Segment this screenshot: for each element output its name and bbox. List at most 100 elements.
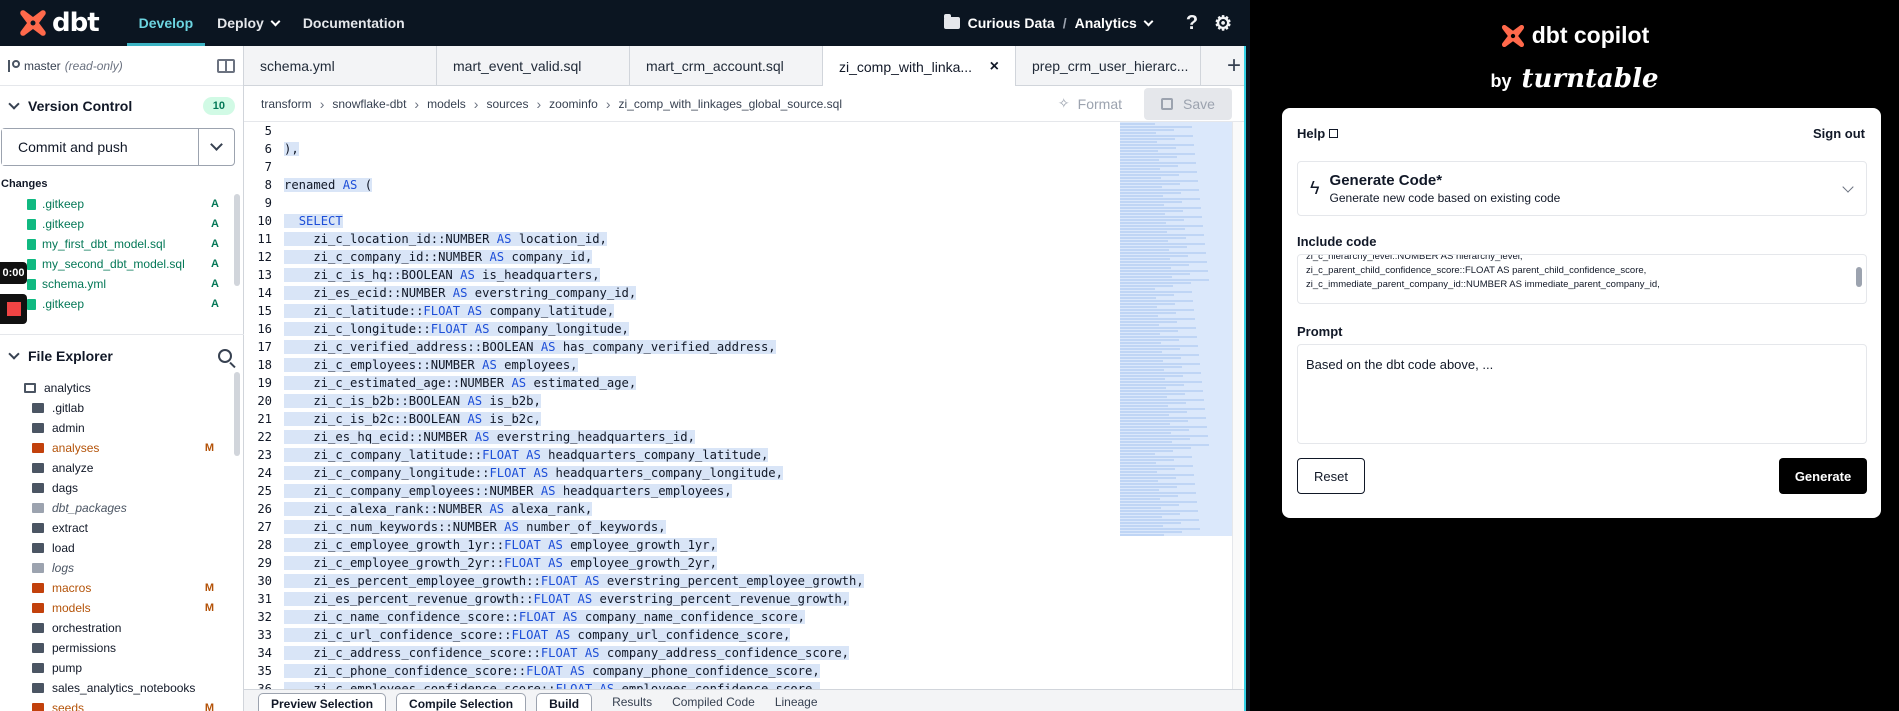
changes-list: .gitkeep A .gitkeep A my_first_dbt_model.s… [0,194,243,314]
minimap-line [1120,366,1182,368]
status-badge: M [204,602,214,614]
minimap-line [1120,453,1155,455]
list-item[interactable]: .gitkeep A [0,294,243,314]
project-selector[interactable]: Curious Data / Analytics [943,14,1154,31]
tab-mart-event-valid[interactable]: mart_event_valid.sql [437,46,630,86]
nav-deploy[interactable]: Deploy [205,0,291,46]
minimap-line [1120,327,1196,329]
list-item[interactable]: my_second_dbt_model.sql A [0,254,243,274]
build-button[interactable]: Build [536,693,593,711]
tab-schema-yml[interactable]: schema.yml [244,46,437,86]
sql-keyword: AS [482,358,497,372]
tree-folder[interactable]: extract [0,518,244,538]
commit-and-push-button[interactable]: Commit and push [2,129,198,165]
changes-scrollbar[interactable] [234,194,240,286]
search-icon[interactable] [218,348,232,363]
tab-zi-comp-with-linkages[interactable]: zi_comp_with_linka... × [823,46,1016,87]
include-code-scrollbar[interactable] [1856,267,1862,287]
editor-scrollbar[interactable] [1232,122,1242,689]
minimap-line [1120,249,1169,251]
tab-prep-crm-user-hierarchy[interactable]: prep_crm_user_hierarc... [1016,46,1201,86]
breadcrumb-item[interactable]: snowflake-dbt [332,97,406,111]
gear-icon[interactable]: ⚙ [1214,11,1232,36]
commit-options-button[interactable] [198,129,234,165]
include-code-field[interactable]: zi_c_hierarchy_level::NUMBER AS hierarch… [1297,254,1867,304]
version-control-header[interactable]: Version Control 10 [0,86,243,126]
tree-folder[interactable]: dags [0,478,244,498]
prompt-input[interactable]: Based on the dbt code above, ... [1297,344,1867,444]
minimap-line [1120,402,1186,404]
sign-out-button[interactable]: Sign out [1813,126,1865,141]
list-item[interactable]: .gitkeep A [0,194,243,214]
minimap-line [1120,315,1158,317]
minimap-line [1120,396,1167,398]
save-button[interactable]: Save [1144,87,1232,120]
tree-folder[interactable]: load [0,538,244,558]
dbt-logo-icon [20,10,46,36]
nav-develop[interactable]: Develop [126,0,206,46]
generate-button[interactable]: Generate [1779,458,1867,494]
tree-folder[interactable]: orchestration [0,618,244,638]
tree-folder[interactable]: seeds M [0,698,244,711]
tree-folder[interactable]: sales_analytics_notebooks [0,678,244,698]
logo-text: dbt [52,8,100,38]
format-button[interactable]: ✧ Format [1058,95,1122,112]
nav-documentation[interactable]: Documentation [291,0,417,46]
minimap-line [1120,231,1167,233]
minimap-line [1120,426,1207,428]
line-number: 12 [257,250,272,264]
selected-text: zi_c_address_confidence_score::FLOAT AS … [284,646,850,660]
mode-select[interactable]: ϟ Generate Code* Generate new code based… [1297,161,1867,216]
tree-folder[interactable]: admin [0,418,244,438]
list-item[interactable]: schema.yml A [0,274,243,294]
breadcrumb-item[interactable]: transform [261,97,312,111]
tab-lineage[interactable]: Lineage [765,695,828,711]
help-icon[interactable]: ? [1186,12,1198,35]
tab-results[interactable]: Results [602,695,662,711]
line-content: zi_c_company_longitude::FLOAT AS headqua… [282,466,1120,480]
tree-folder[interactable]: analyses M [0,438,244,458]
code-minimap[interactable] [1120,122,1232,536]
breadcrumb-item[interactable]: zoominfo [549,97,598,111]
breadcrumb-item[interactable]: models [427,97,466,111]
code-line: 23 zi_c_company_latitude::FLOAT AS headq… [244,446,1120,464]
file-explorer-scrollbar[interactable] [234,372,240,456]
minimap-line [1120,339,1179,341]
help-link[interactable]: Help [1297,126,1339,141]
list-item[interactable]: .gitkeep A [0,214,243,234]
sql-keyword: AS [504,520,519,534]
preview-selection-button[interactable]: Preview Selection [258,693,387,711]
line-content: zi_c_latitude::FLOAT AS company_latitude… [282,304,1120,318]
tree-folder-analytics[interactable]: analytics [0,378,244,398]
recording-stop-button[interactable] [0,294,27,324]
book-icon[interactable] [217,58,235,73]
minimap-line [1120,150,1158,152]
close-icon[interactable]: × [990,58,999,76]
tab-compiled-code[interactable]: Compiled Code [662,695,765,711]
sql-keyword: AS [496,232,512,246]
tree-folder[interactable]: models M [0,598,244,618]
minimap-line [1120,498,1160,500]
tree-folder[interactable]: macros M [0,578,244,598]
panel-resize-handle[interactable] [1244,46,1246,711]
tree-folder[interactable]: dbt_packages [0,498,244,518]
compile-selection-button[interactable]: Compile Selection [396,693,527,711]
code-line: 36 zi_c_employees_confidence_score::FLOA… [244,680,1120,689]
code-line: 16 zi_c_longitude::FLOAT AS company_long… [244,320,1120,338]
tree-folder[interactable]: analyze [0,458,244,478]
tree-folder[interactable]: logs [0,558,244,578]
breadcrumb-item[interactable]: zi_comp_with_linkages_global_source.sql [619,97,842,111]
tree-folder[interactable]: pump [0,658,244,678]
minimap-line [1120,312,1176,314]
breadcrumb-item[interactable]: sources [486,97,528,111]
tab-mart-crm-account[interactable]: mart_crm_account.sql [630,46,823,86]
dbt-logo[interactable]: dbt [18,8,100,38]
tree-folder[interactable]: permissions [0,638,244,658]
minimap-line [1120,399,1204,401]
code-editor[interactable]: 5 6), 7 8 renamed AS (9 10 SELECT 11 zi_c_loca… [244,122,1120,689]
reset-button[interactable]: Reset [1297,458,1365,494]
list-item[interactable]: my_first_dbt_model.sql A [0,234,243,254]
line-number: 36 [257,682,272,689]
file-explorer-header[interactable]: File Explorer [0,334,244,376]
tree-folder[interactable]: .gitlab [0,398,244,418]
